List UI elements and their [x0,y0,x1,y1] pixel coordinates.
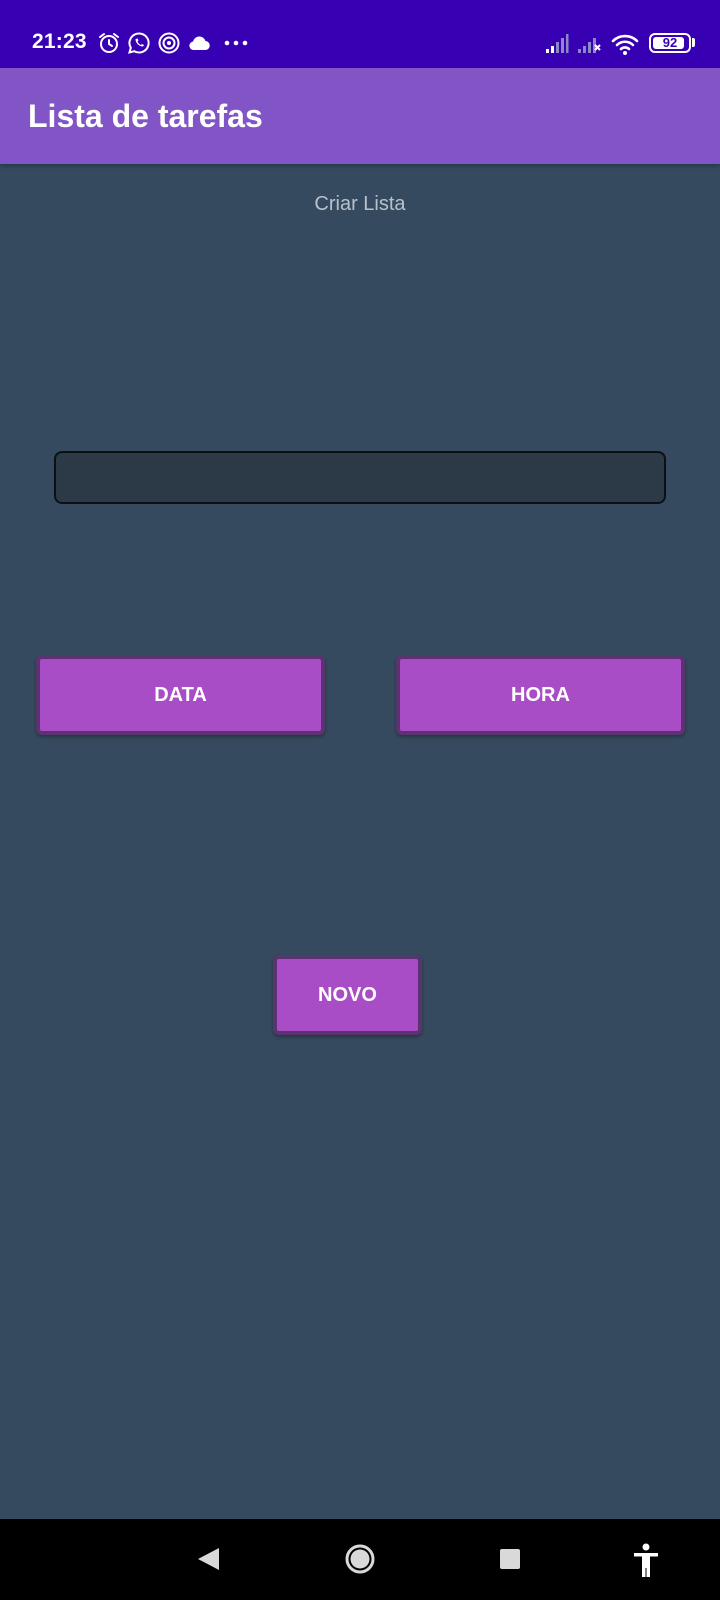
new-button[interactable]: NOVO [273,955,422,1035]
signal-icon [545,31,569,55]
task-input[interactable] [54,451,666,504]
more-dots-icon [224,31,248,55]
navigation-bar [0,1519,720,1600]
wifi-icon [611,31,639,57]
app-bar: Lista de tarefas [0,68,720,164]
time-button[interactable]: HORA [396,655,685,735]
page-subtitle: Criar Lista [314,193,406,215]
app-title: Lista de tarefas [28,98,263,134]
status-time: 21:23 [32,30,87,53]
cloud-icon [187,31,211,55]
alarm-icon [97,31,121,55]
recents-icon[interactable] [490,1539,530,1579]
battery-percent: 92 [662,35,678,50]
date-button[interactable]: DATA [36,655,325,735]
app-screen: 21:23 92 Lista de tarefas Criar Lista DA… [0,0,720,1600]
accessibility-icon[interactable] [626,1539,666,1579]
whatsapp-icon [127,31,151,55]
back-icon[interactable] [189,1539,229,1579]
signal-no-service-icon [577,31,601,55]
home-icon[interactable] [340,1539,380,1579]
at-sign-icon [157,31,181,55]
status-bar: 21:23 92 [0,0,720,68]
battery-tip [692,38,695,47]
battery-icon: 92 [649,33,691,53]
